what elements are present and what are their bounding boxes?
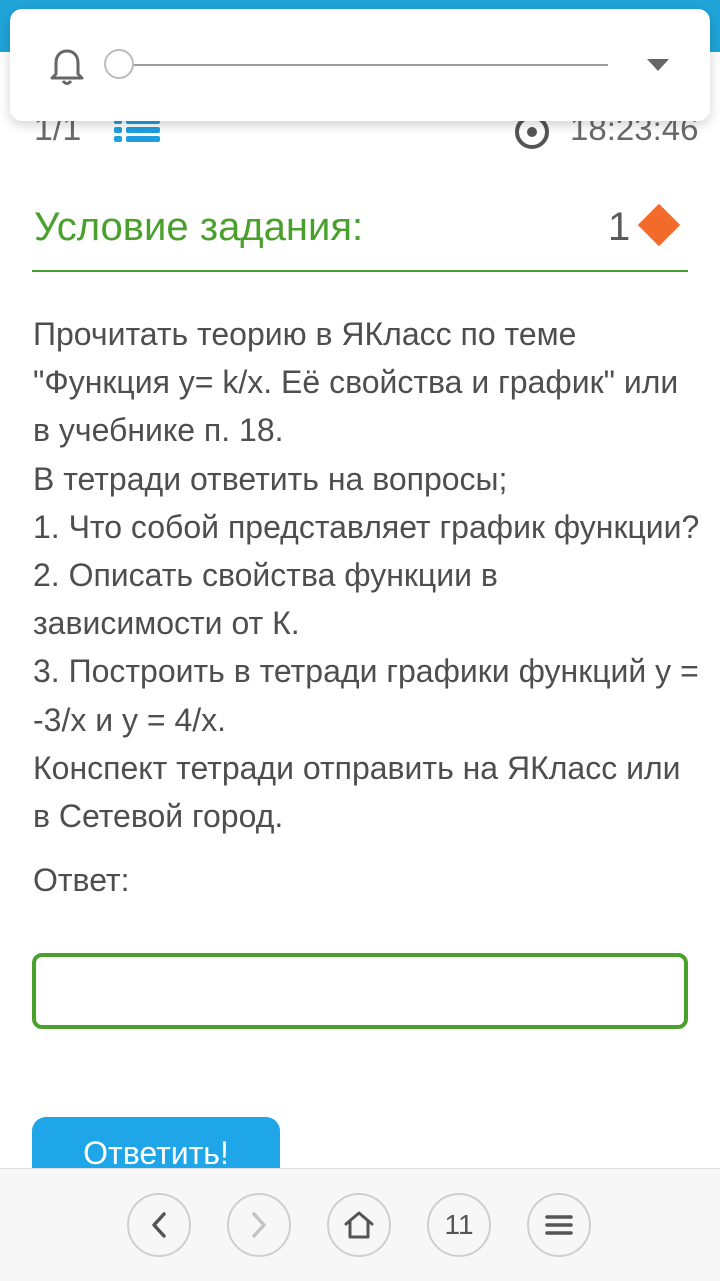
task-line: 2. Описать свойства функции в bbox=[33, 557, 498, 594]
home-button[interactable] bbox=[327, 1193, 391, 1257]
answer-label: Ответ: bbox=[33, 862, 130, 898]
diamond-icon bbox=[637, 203, 681, 247]
task-line: зависимости от К. bbox=[33, 605, 300, 642]
task-line: В тетради ответить на вопросы; bbox=[33, 460, 508, 497]
task-line: в Сетевой город. bbox=[33, 798, 284, 835]
menu-button[interactable] bbox=[527, 1193, 591, 1257]
task-points: 1 bbox=[608, 205, 631, 249]
task-title: Условие задания: bbox=[34, 205, 364, 249]
volume-panel bbox=[10, 9, 710, 121]
expand-icon[interactable] bbox=[646, 57, 670, 73]
browser-bottom-bar: 11 bbox=[0, 1168, 720, 1281]
task-text: Прочитать теорию в ЯКласс по теме "Функц… bbox=[33, 310, 700, 840]
forward-icon bbox=[252, 1212, 266, 1238]
task-line: в учебнике п. 18. bbox=[33, 412, 284, 449]
tabs-count: 11 bbox=[444, 1209, 474, 1240]
title-divider bbox=[32, 270, 688, 272]
volume-slider-track[interactable] bbox=[130, 64, 608, 66]
bell-icon[interactable] bbox=[50, 47, 84, 87]
task-line: "Функция y= k/x. Её свойства и график" и… bbox=[33, 364, 679, 401]
task-line: Конспект тетради отправить на ЯКласс или bbox=[33, 749, 681, 786]
forward-button[interactable] bbox=[227, 1193, 291, 1257]
volume-slider-thumb[interactable] bbox=[104, 49, 134, 79]
task-line: 3. Построить в тетради графики функций y… bbox=[33, 653, 699, 690]
task-line: Прочитать теорию в ЯКласс по теме bbox=[33, 316, 577, 352]
back-icon bbox=[152, 1212, 166, 1238]
tabs-button[interactable]: 11 bbox=[427, 1193, 491, 1257]
menu-icon bbox=[545, 1215, 573, 1235]
task-line: -3/x и y = 4/x. bbox=[33, 701, 227, 738]
list-icon[interactable] bbox=[114, 118, 162, 142]
back-button[interactable] bbox=[127, 1193, 191, 1257]
task-line: 1. Что собой представляет график функции… bbox=[33, 508, 700, 545]
home-icon bbox=[344, 1211, 374, 1239]
answer-input[interactable] bbox=[32, 953, 688, 1029]
